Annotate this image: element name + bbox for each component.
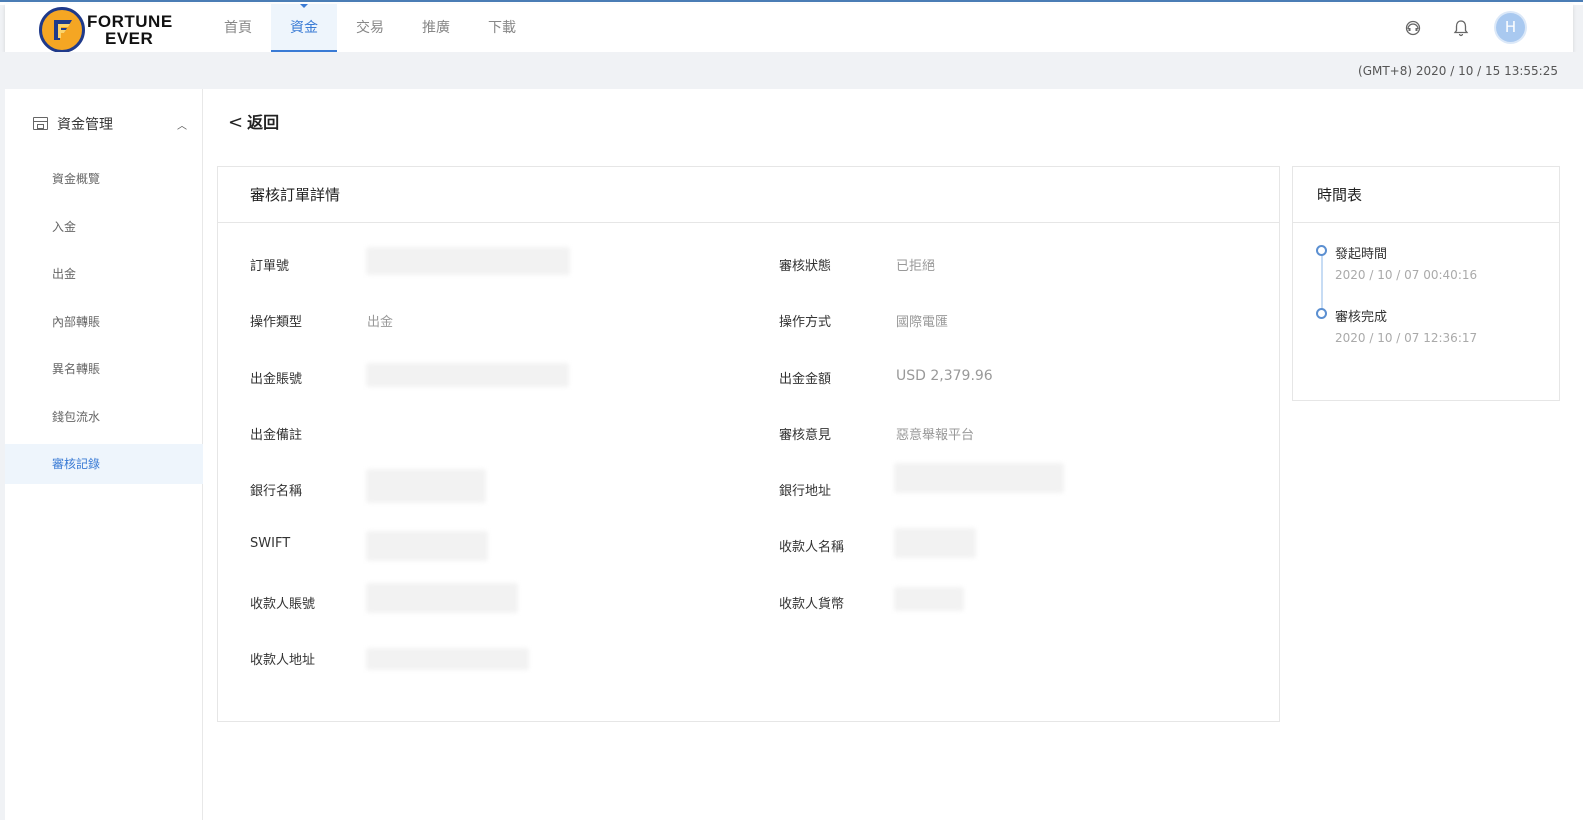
sidebar-item-audit-records[interactable]: 審核記錄 <box>5 444 203 484</box>
field-label: 審核狀態 <box>779 259 832 274</box>
field-label: 出金賬號 <box>250 372 303 387</box>
timeline-dot-icon <box>1316 245 1327 256</box>
field-label: 收款人名稱 <box>779 540 845 555</box>
back-button[interactable]: < 返回 <box>228 109 279 133</box>
field-label: 銀行名稱 <box>250 484 303 499</box>
field-label: 審核意見 <box>779 428 832 443</box>
nav-home[interactable]: 首頁 <box>205 4 271 52</box>
bell-icon[interactable] <box>1451 18 1471 38</box>
chevron-left-icon: < <box>228 112 244 133</box>
timeline-event-label: 發起時間 <box>1335 247 1388 262</box>
brand-logo[interactable]: FORTUNE EVER <box>39 5 179 53</box>
sidebar-menu: 資金概覽 入金 出金 內部轉賬 異名轉賬 錢包流水 審核記錄 <box>5 159 203 492</box>
field-label: SWIFT <box>250 536 291 551</box>
server-clock: (GMT+8) 2020 / 10 / 15 13:55:25 <box>1358 64 1558 78</box>
timeline-event-time: 2020 / 10 / 07 00:40:16 <box>1335 268 1478 282</box>
timeline-title: 時間表 <box>1293 167 1559 223</box>
redacted-value <box>894 528 976 558</box>
redacted-value <box>366 363 569 387</box>
field-label: 出金金額 <box>779 372 832 387</box>
timeline-dot-icon <box>1316 308 1327 319</box>
headset-icon[interactable] <box>1403 18 1423 38</box>
timeline-event-label: 審核完成 <box>1335 310 1388 325</box>
field-label: 出金備註 <box>250 428 303 443</box>
user-avatar[interactable]: H <box>1496 13 1525 42</box>
main-content: < 返回 審核訂單詳情 訂單號 操作類型 出金 出金賬號 出金備註 銀行名稱 S… <box>203 89 1583 820</box>
field-value: 惡意舉報平台 <box>896 428 975 443</box>
sidebar-item-third-party-transfer[interactable]: 異名轉賬 <box>5 349 203 389</box>
redacted-value <box>366 469 486 503</box>
logo-wordmark: FORTUNE EVER <box>87 13 173 47</box>
top-header: FORTUNE EVER 首頁 資金 交易 推廣 下載 H <box>5 4 1573 53</box>
redacted-value <box>894 587 964 611</box>
redacted-value <box>366 648 529 670</box>
sidebar-item-wallet-flow[interactable]: 錢包流水 <box>5 397 203 437</box>
order-detail-title: 審核訂單詳情 <box>218 167 1279 223</box>
nav-promotion[interactable]: 推廣 <box>403 4 469 52</box>
main-nav: 首頁 資金 交易 推廣 下載 <box>205 4 535 52</box>
logo-emblem-icon <box>39 7 85 53</box>
redacted-value <box>366 583 518 613</box>
chevron-up-icon: ︿ <box>177 121 187 132</box>
back-label: 返回 <box>247 113 280 132</box>
field-value: 國際電匯 <box>896 315 949 330</box>
wallet-icon <box>33 117 48 130</box>
redacted-value <box>366 247 570 275</box>
sidebar-section-funds[interactable]: 資金管理 ︿ <box>5 106 203 142</box>
field-label: 收款人地址 <box>250 653 316 668</box>
sidebar-item-withdraw[interactable]: 出金 <box>5 254 203 294</box>
field-value: 已拒絕 <box>896 259 936 274</box>
timeline-card: 時間表 發起時間 2020 / 10 / 07 00:40:16 審核完成 20… <box>1292 166 1560 401</box>
nav-trade[interactable]: 交易 <box>337 4 403 52</box>
order-detail-card: 審核訂單詳情 訂單號 操作類型 出金 出金賬號 出金備註 銀行名稱 SWIFT <box>217 166 1280 722</box>
timeline-event-time: 2020 / 10 / 07 12:36:17 <box>1335 331 1478 345</box>
sidebar-item-internal-transfer[interactable]: 內部轉賬 <box>5 302 203 342</box>
sidebar: 資金管理 ︿ 資金概覽 入金 出金 內部轉賬 異名轉賬 錢包流水 審核記錄 <box>5 89 203 820</box>
field-value: USD 2,379.96 <box>896 368 993 384</box>
field-label: 操作類型 <box>250 315 303 330</box>
sidebar-item-deposit[interactable]: 入金 <box>5 207 203 247</box>
sidebar-item-overview[interactable]: 資金概覽 <box>5 159 203 199</box>
redacted-value <box>894 463 1064 493</box>
clock-bar: (GMT+8) 2020 / 10 / 15 13:55:25 <box>0 52 1583 89</box>
logo-line-2: EVER <box>105 29 154 48</box>
nav-download[interactable]: 下載 <box>469 4 535 52</box>
field-label: 操作方式 <box>779 315 832 330</box>
field-label: 收款人賬號 <box>250 597 316 612</box>
redacted-value <box>366 531 488 561</box>
field-label: 收款人貨幣 <box>779 597 845 612</box>
sidebar-section-label: 資金管理 <box>57 117 113 133</box>
nav-funds[interactable]: 資金 <box>271 4 337 52</box>
field-value: 出金 <box>367 315 394 330</box>
field-label: 訂單號 <box>250 259 290 274</box>
field-label: 銀行地址 <box>779 484 832 499</box>
